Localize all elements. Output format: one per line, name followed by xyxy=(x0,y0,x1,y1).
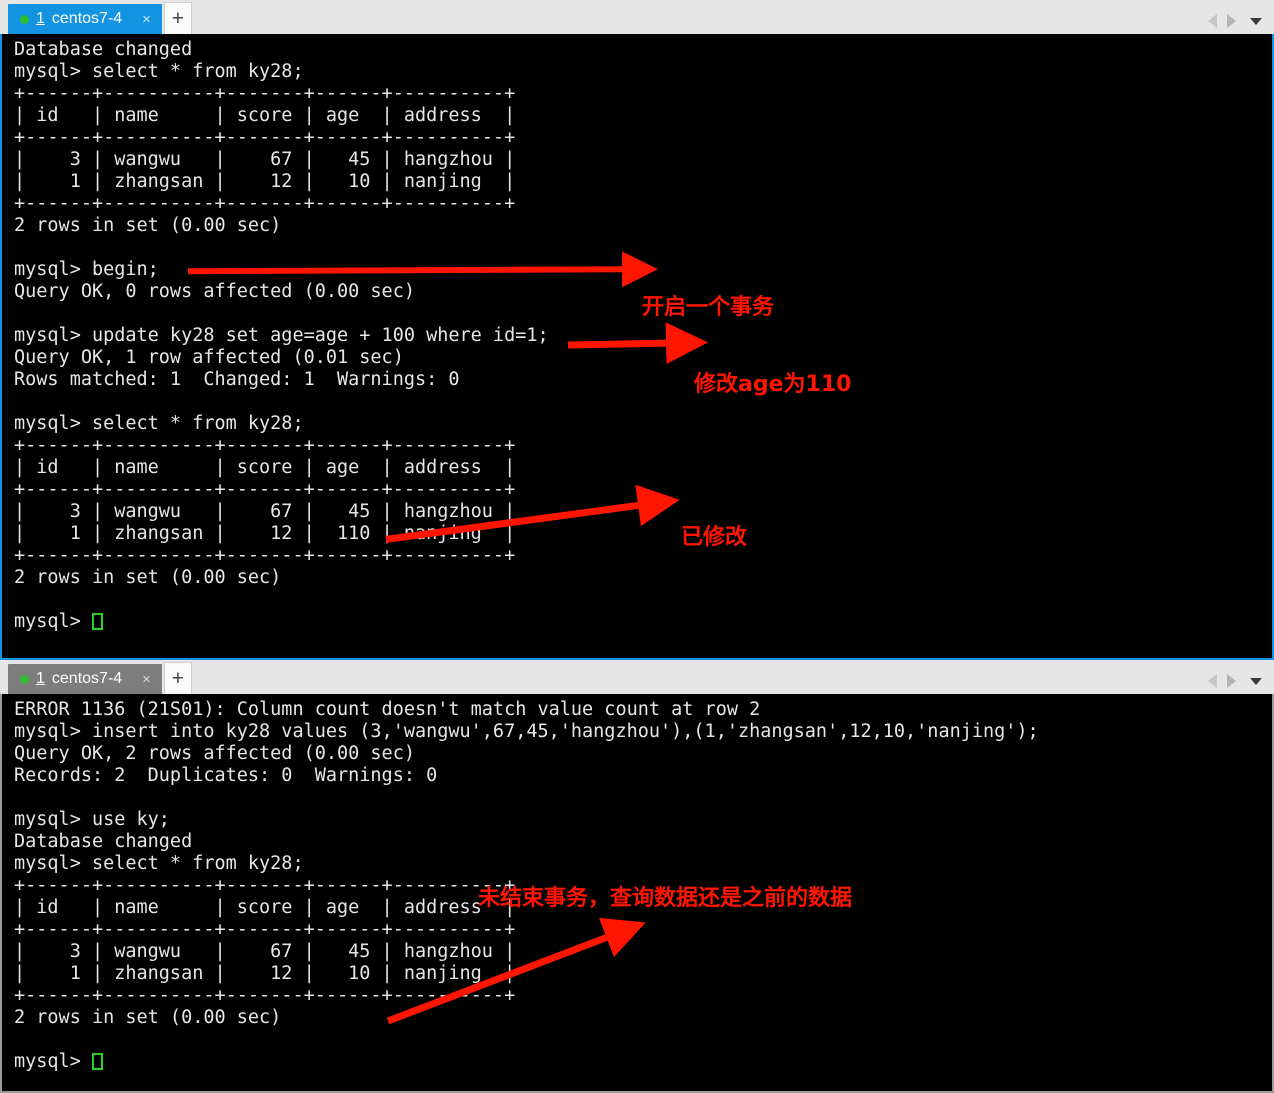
tab-label: centos7-4 xyxy=(51,670,123,687)
tab-nav-controls-bottom xyxy=(1208,674,1274,694)
chevron-down-icon[interactable] xyxy=(1250,17,1262,25)
chevron-down-icon[interactable] xyxy=(1250,677,1262,685)
close-icon[interactable]: × xyxy=(139,12,154,27)
tab-nav-controls-top xyxy=(1208,14,1274,34)
tab-label: centos7-4 xyxy=(51,10,123,27)
tab-bar-bottom: 1 centos7-4 × + xyxy=(0,660,1274,694)
terminal-application-window: 1 centos7-4 × + Database changed mysql> … xyxy=(0,0,1274,1093)
terminal-cursor-bottom xyxy=(91,1053,103,1070)
terminal-text-bottom: ERROR 1136 (21S01): Column count doesn't… xyxy=(2,694,1272,1073)
terminal-pane-top: 1 centos7-4 × + Database changed mysql> … xyxy=(0,0,1274,660)
new-tab-button[interactable]: + xyxy=(163,2,192,34)
tab-number: 1 xyxy=(36,10,45,27)
triangle-left-icon[interactable] xyxy=(1208,14,1217,28)
new-tab-button[interactable]: + xyxy=(163,662,192,694)
terminal-text-top: Database changed mysql> select * from ky… xyxy=(2,34,1272,633)
terminal-cursor-top xyxy=(91,613,103,630)
close-icon[interactable]: × xyxy=(139,672,154,687)
terminal-pane-bottom: 1 centos7-4 × + ERROR 1136 (21S01): Colu… xyxy=(0,660,1274,1093)
terminal-lines-bottom: ERROR 1136 (21S01): Column count doesn't… xyxy=(14,699,1039,1072)
session-status-dot-icon xyxy=(20,674,29,684)
session-status-dot-icon xyxy=(20,14,29,24)
triangle-left-icon[interactable] xyxy=(1208,674,1217,688)
terminal-output-bottom[interactable]: ERROR 1136 (21S01): Column count doesn't… xyxy=(0,694,1274,1093)
tab-centos7-4-top[interactable]: 1 centos7-4 × xyxy=(8,4,162,34)
terminal-lines-top: Database changed mysql> select * from ky… xyxy=(14,39,549,632)
tab-centos7-4-bottom[interactable]: 1 centos7-4 × xyxy=(8,664,162,694)
terminal-output-top[interactable]: Database changed mysql> select * from ky… xyxy=(0,34,1274,660)
tab-number: 1 xyxy=(36,670,45,687)
triangle-right-icon[interactable] xyxy=(1227,674,1236,688)
triangle-right-icon[interactable] xyxy=(1227,14,1236,28)
tab-bar-top: 1 centos7-4 × + xyxy=(0,0,1274,34)
